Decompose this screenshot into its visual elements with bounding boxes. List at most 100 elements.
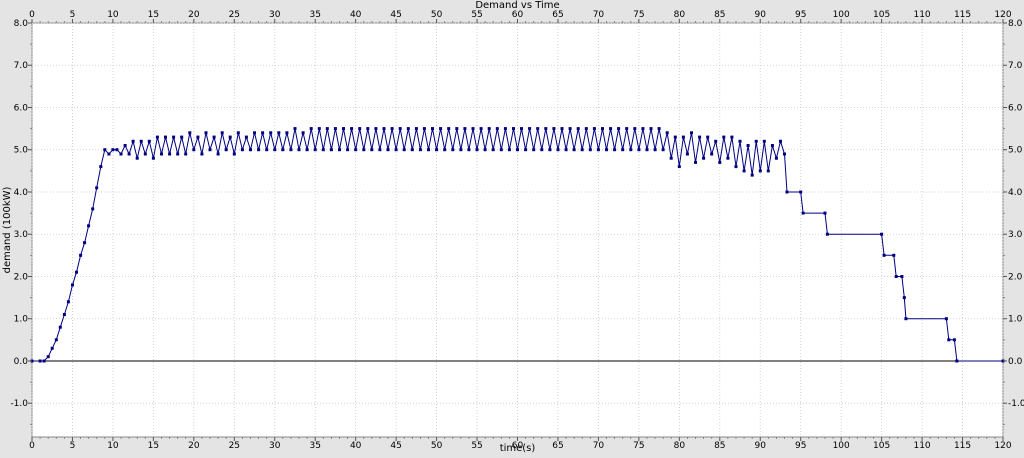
data-point xyxy=(192,148,196,152)
y-tick-label-right: 4.0 xyxy=(1008,188,1023,198)
data-point xyxy=(621,148,625,152)
x-tick-label-top: 55 xyxy=(471,10,482,20)
data-point xyxy=(641,127,645,131)
data-point xyxy=(200,152,204,156)
data-point xyxy=(103,148,107,152)
data-point xyxy=(592,127,596,131)
data-point xyxy=(892,253,896,257)
data-point xyxy=(180,135,184,139)
data-point xyxy=(661,148,665,152)
data-point xyxy=(447,127,451,131)
x-axis-label: time(s) xyxy=(500,443,536,454)
data-point xyxy=(285,131,289,135)
data-point xyxy=(718,160,722,164)
chart-title: Demand vs Time xyxy=(475,0,559,11)
data-point xyxy=(475,148,479,152)
data-point xyxy=(657,127,661,131)
data-point xyxy=(548,148,552,152)
data-point xyxy=(333,127,337,131)
data-point xyxy=(236,131,240,135)
data-point xyxy=(240,148,244,152)
data-point xyxy=(507,148,511,152)
data-point xyxy=(366,127,370,131)
data-point xyxy=(374,127,378,131)
data-point xyxy=(317,127,321,131)
y-tick-label-right: 8.0 xyxy=(1008,19,1023,29)
data-point xyxy=(309,127,313,131)
data-point xyxy=(427,148,430,152)
data-point xyxy=(196,135,200,139)
data-point xyxy=(459,148,463,152)
x-tick-label: 40 xyxy=(350,441,362,451)
data-point xyxy=(406,127,410,131)
x-tick-label-top: 60 xyxy=(512,10,524,20)
x-tick-label-top: 65 xyxy=(552,10,563,20)
data-point xyxy=(625,127,629,131)
data-point xyxy=(783,152,786,156)
data-point xyxy=(42,359,46,363)
data-point xyxy=(354,148,358,152)
data-point xyxy=(785,190,789,194)
data-point xyxy=(313,148,317,152)
data-point xyxy=(131,139,135,143)
data-point xyxy=(265,148,269,152)
data-point xyxy=(556,148,560,152)
data-point xyxy=(249,148,252,152)
x-tick-label: 45 xyxy=(390,441,401,451)
x-tick-label-top: 50 xyxy=(431,10,443,20)
data-point xyxy=(79,253,83,257)
demand-chart: 0055101015152020252530303535404045455050… xyxy=(2,0,1024,454)
x-tick-label: 120 xyxy=(994,441,1011,451)
data-point xyxy=(754,139,758,143)
data-point xyxy=(512,127,515,131)
data-point xyxy=(443,148,447,152)
data-point xyxy=(281,148,285,152)
data-point xyxy=(261,131,265,135)
data-point xyxy=(665,131,669,135)
y-tick-label-right: 2.0 xyxy=(1008,272,1023,282)
data-point xyxy=(738,139,742,143)
data-point xyxy=(58,325,62,329)
x-tick-label: 100 xyxy=(833,441,850,451)
data-point xyxy=(609,127,613,131)
data-point xyxy=(499,148,503,152)
data-point xyxy=(900,275,904,278)
data-point xyxy=(358,127,362,131)
data-point xyxy=(483,148,487,152)
data-point xyxy=(172,135,176,139)
data-point xyxy=(685,152,689,156)
x-tick-label-top: 10 xyxy=(107,10,119,20)
y-tick-label: 1.0 xyxy=(14,315,29,325)
data-point xyxy=(580,148,584,152)
data-point xyxy=(164,135,167,139)
data-point xyxy=(779,139,782,143)
data-point xyxy=(398,127,402,131)
data-point xyxy=(204,131,208,135)
y-tick-label: 5.0 xyxy=(14,146,29,156)
data-point xyxy=(269,131,273,135)
data-point xyxy=(596,148,600,152)
data-point xyxy=(730,135,734,139)
data-point xyxy=(467,148,471,152)
data-point xyxy=(439,127,443,131)
x-tick-label: 90 xyxy=(755,441,767,451)
data-point xyxy=(479,127,483,131)
x-tick-label-top: 20 xyxy=(188,10,200,20)
data-point xyxy=(584,127,588,131)
data-point xyxy=(487,127,491,131)
data-point xyxy=(955,359,959,363)
data-point xyxy=(774,156,778,160)
data-point xyxy=(418,148,422,152)
data-point xyxy=(706,135,710,139)
x-tick-label-top: 110 xyxy=(913,10,930,20)
data-point xyxy=(338,148,341,152)
data-point xyxy=(677,165,681,169)
y-tick-label: -1.0 xyxy=(10,399,28,409)
data-point xyxy=(107,152,111,156)
x-tick-label: 35 xyxy=(309,441,320,451)
x-tick-label-top: 115 xyxy=(954,10,971,20)
data-point xyxy=(882,253,886,257)
y-tick-label-right: 1.0 xyxy=(1008,315,1023,325)
x-tick-label-top: 0 xyxy=(29,10,35,20)
y-tick-label: 7.0 xyxy=(14,61,29,71)
